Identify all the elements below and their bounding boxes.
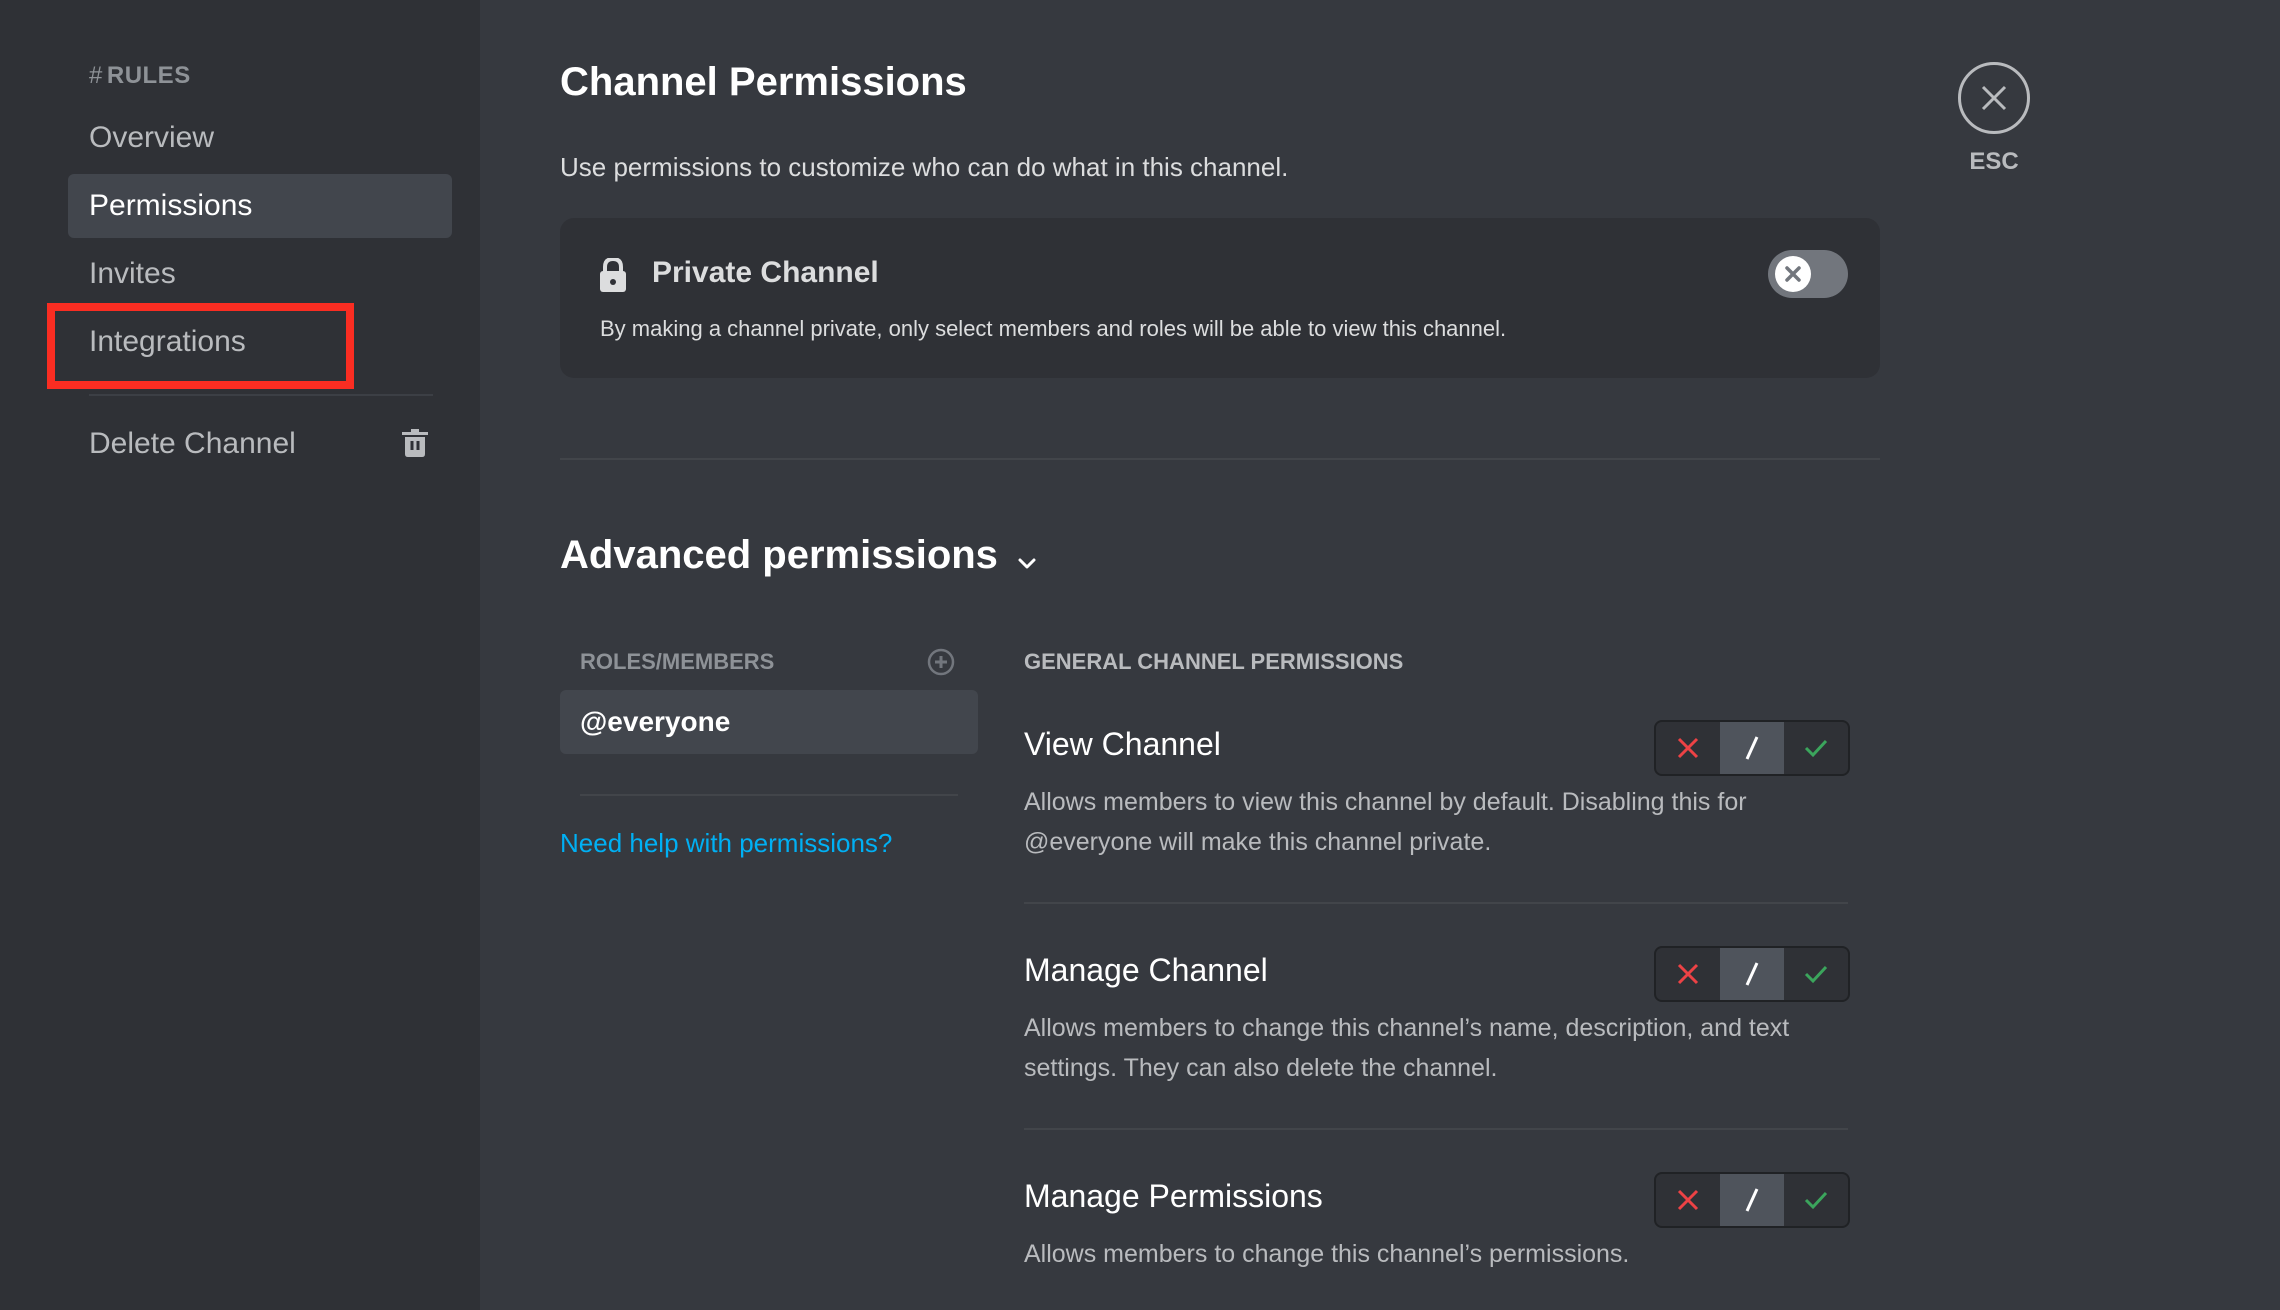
esc-label: ESC (1969, 148, 2019, 175)
main-content: Channel Permissions Use permissions to c… (480, 0, 2280, 1310)
permission-description: Allows members to view this channel by d… (1024, 788, 1747, 856)
page-title: Channel Permissions (560, 60, 967, 104)
neutral-button[interactable] (1720, 948, 1784, 1000)
private-channel-toggle[interactable] (1768, 250, 1848, 298)
slash-icon (1745, 1188, 1759, 1212)
permission-name: Manage Channel (1024, 952, 1268, 988)
private-channel-description: By making a channel private, only select… (600, 316, 1507, 341)
permission-tristate (1654, 720, 1850, 776)
add-circle-icon[interactable] (927, 648, 955, 676)
roles-members-header: ROLES/MEMBERS (580, 649, 775, 674)
slash-icon (1745, 736, 1759, 760)
lock-icon (600, 258, 626, 292)
permission-tristate (1654, 1172, 1850, 1228)
general-permissions-header: GENERAL CHANNEL PERMISSIONS (1024, 649, 1404, 674)
channel-name: RULES (106, 62, 191, 89)
close-icon (1981, 85, 2007, 111)
allow-button[interactable] (1784, 948, 1848, 1000)
permission-description: Allows members to change this channel’s … (1024, 1240, 1630, 1268)
permission-divider (1024, 1128, 1848, 1130)
x-icon (1785, 266, 1801, 282)
check-icon (1804, 1191, 1828, 1210)
permission-name: Manage Permissions (1024, 1178, 1323, 1214)
permission-divider (1024, 902, 1848, 904)
private-channel-card: Private Channel By making a channel priv… (560, 218, 1880, 378)
delete-channel-button[interactable]: Delete Channel (68, 412, 452, 476)
x-icon (1677, 737, 1699, 759)
check-icon (1804, 965, 1828, 984)
advanced-permissions-title: Advanced permissions (560, 533, 998, 577)
x-icon (1677, 963, 1699, 985)
page-subtitle: Use permissions to customize who can do … (560, 152, 1289, 182)
section-divider (560, 458, 1880, 460)
allow-button[interactable] (1784, 1174, 1848, 1226)
sidebar-item-permissions[interactable]: Permissions (68, 174, 452, 238)
slash-icon (1745, 962, 1759, 986)
trash-icon[interactable] (402, 429, 428, 457)
allow-button[interactable] (1784, 722, 1848, 774)
permission-tristate (1654, 946, 1850, 1002)
hash-icon: # (89, 62, 103, 89)
permission-name: View Channel (1024, 726, 1221, 762)
sidebar: # RULES Overview Permissions Invites Inte… (0, 0, 480, 1310)
neutral-button[interactable] (1720, 1174, 1784, 1226)
help-permissions-link[interactable]: Need help with permissions? (560, 828, 892, 859)
chevron-down-icon[interactable] (1015, 551, 1039, 575)
neutral-button[interactable] (1720, 722, 1784, 774)
x-icon (1677, 1189, 1699, 1211)
close-button[interactable] (1958, 62, 2030, 134)
annotation-highlight-box (47, 303, 354, 389)
sidebar-divider (89, 394, 433, 396)
check-icon (1804, 739, 1828, 758)
sidebar-item-overview[interactable]: Overview (68, 106, 452, 170)
deny-button[interactable] (1656, 948, 1720, 1000)
channel-name-header: # RULES (89, 62, 191, 90)
deny-button[interactable] (1656, 1174, 1720, 1226)
delete-channel-label: Delete Channel (89, 427, 296, 460)
permission-description: Allows members to change this channel’s … (1024, 1014, 1790, 1082)
role-item-everyone[interactable]: @everyone (560, 690, 978, 754)
roles-divider (580, 794, 958, 796)
private-channel-title: Private Channel (652, 256, 879, 289)
sidebar-item-invites[interactable]: Invites (68, 242, 452, 306)
deny-button[interactable] (1656, 722, 1720, 774)
toggle-knob (1775, 256, 1811, 292)
